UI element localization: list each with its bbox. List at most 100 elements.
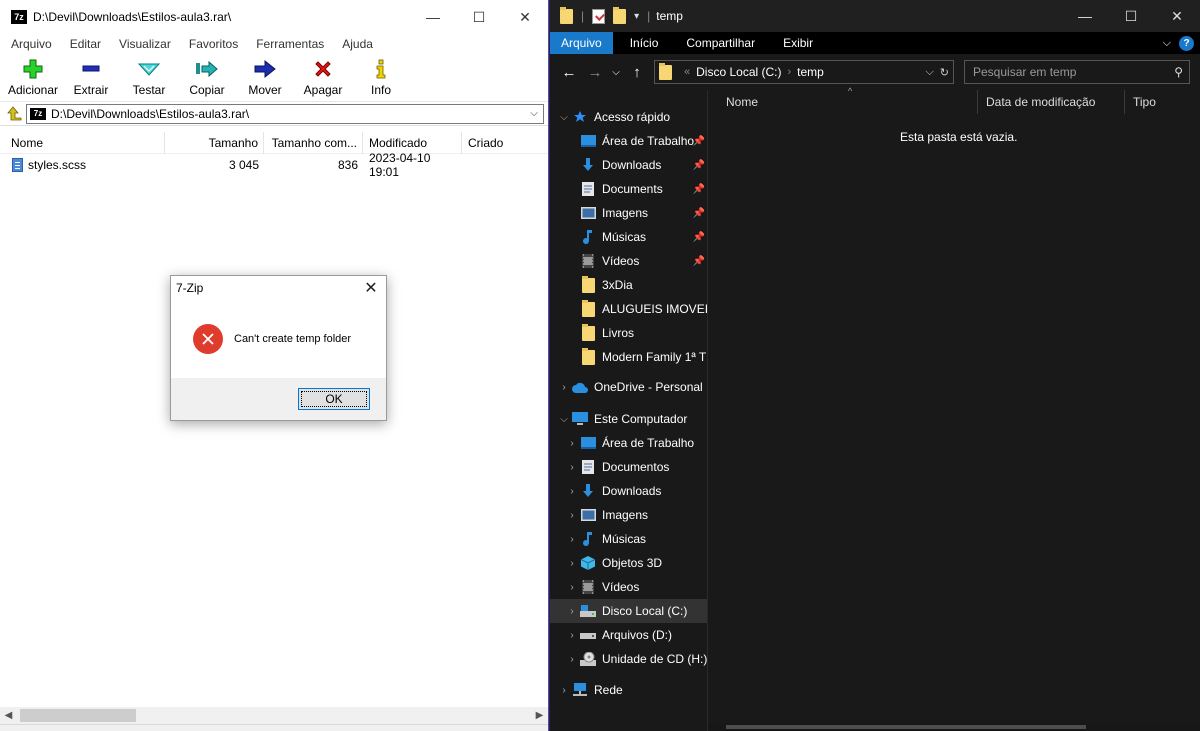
new-folder-icon[interactable]	[613, 6, 627, 24]
chevron-right-icon[interactable]: ›	[564, 630, 580, 641]
chevron-right-icon[interactable]: ›	[564, 510, 580, 521]
sidebar-item-pc-pictures[interactable]: › Imagens	[550, 503, 707, 527]
tab-exibir[interactable]: Exibir	[772, 32, 824, 54]
dialog-close-icon[interactable]: ✕	[356, 278, 386, 298]
column-modified[interactable]: Data de modificação	[978, 90, 1125, 114]
sidebar-item-pc-music[interactable]: › Músicas	[550, 527, 707, 551]
menu-ferramentas[interactable]: Ferramentas	[251, 37, 324, 51]
sidebar-item-network[interactable]: › Rede	[550, 678, 707, 702]
search-input[interactable]: Pesquisar em temp ⚲	[964, 60, 1190, 84]
back-arrow-icon[interactable]: ←	[556, 64, 582, 81]
tab-inicio[interactable]: Início	[619, 32, 670, 54]
column-name[interactable]: Nome	[708, 90, 978, 114]
pin-icon[interactable]: 📌	[693, 208, 705, 219]
sidebar-item-videos[interactable]: Vídeos 📌	[550, 249, 707, 273]
move-button[interactable]: Mover	[236, 54, 294, 97]
chevron-right-icon[interactable]: ›	[564, 558, 580, 569]
sidebar-item-music[interactable]: Músicas 📌	[550, 225, 707, 249]
pin-icon[interactable]: 📌	[693, 184, 705, 195]
customize-qat-icon[interactable]: ▾	[634, 11, 639, 22]
maximize-button[interactable]: ☐	[456, 0, 502, 34]
sidebar-item-pc-videos[interactable]: › Vídeos	[550, 575, 707, 599]
sidebar-item-desktop[interactable]: Área de Trabalho 📌	[550, 129, 707, 153]
chevron-down-icon[interactable]: ⌵	[556, 414, 572, 425]
sidebar-item-modern-family[interactable]: Modern Family 1ª T	[550, 345, 707, 369]
chevron-right-icon[interactable]: ›	[564, 606, 580, 617]
chevron-right-icon[interactable]: ›	[564, 654, 580, 665]
horizontal-scrollbar[interactable]	[708, 723, 1200, 731]
scrollbar-thumb[interactable]	[20, 709, 136, 722]
scroll-left-icon[interactable]: ◀	[0, 710, 17, 721]
forward-arrow-icon[interactable]: →	[582, 64, 608, 81]
chevron-right-icon[interactable]: ›	[564, 582, 580, 593]
breadcrumb-disco-local[interactable]: Disco Local (C:)	[696, 65, 781, 79]
address-bar[interactable]: « Disco Local (C:) › temp ⌵ ↻	[654, 60, 954, 84]
minimize-button[interactable]: —	[1062, 0, 1108, 32]
column-size[interactable]: Tamanho	[165, 132, 264, 154]
pin-icon[interactable]: 📌	[693, 136, 705, 147]
sidebar-item-downloads[interactable]: Downloads 📌	[550, 153, 707, 177]
add-button[interactable]: Adicionar	[4, 54, 62, 97]
tab-arquivo[interactable]: Arquivo	[550, 32, 613, 54]
pin-icon[interactable]: 📌	[693, 256, 705, 267]
expand-ribbon-icon[interactable]: ⌵	[1163, 37, 1171, 50]
7zip-path-combobox[interactable]: 7z D:\Devil\Downloads\Estilos-aula3.rar\…	[26, 103, 544, 124]
recent-locations-icon[interactable]: ⌵	[608, 67, 624, 78]
copy-button[interactable]: Copiar	[178, 54, 236, 97]
sidebar-item-pc-downloads[interactable]: › Downloads	[550, 479, 707, 503]
breadcrumb-temp[interactable]: temp	[797, 65, 824, 79]
extract-button[interactable]: Extrair	[62, 54, 120, 97]
chevron-right-icon[interactable]: ›	[564, 438, 580, 449]
chevron-right-icon[interactable]: ›	[556, 685, 572, 696]
column-type[interactable]: Tipo	[1125, 90, 1185, 114]
chevron-down-icon[interactable]: ⌵	[925, 66, 933, 79]
delete-button[interactable]: Apagar	[294, 54, 352, 97]
up-arrow-icon[interactable]: ↑	[624, 64, 650, 81]
menu-visualizar[interactable]: Visualizar	[114, 37, 171, 51]
sidebar-item-pc-3d-objects[interactable]: › Objetos 3D	[550, 551, 707, 575]
sidebar-item-pictures[interactable]: Imagens 📌	[550, 201, 707, 225]
sidebar-item-livros[interactable]: Livros	[550, 321, 707, 345]
minimize-button[interactable]: —	[410, 0, 456, 34]
chevron-right-icon[interactable]: ›	[564, 534, 580, 545]
menu-favoritos[interactable]: Favoritos	[184, 37, 238, 51]
7zip-titlebar[interactable]: 7z D:\Devil\Downloads\Estilos-aula3.rar\…	[0, 0, 548, 34]
table-row[interactable]: styles.scss 3 045 836 2023-04-10 19:01	[0, 151, 542, 179]
chevron-down-icon[interactable]: ⌵	[556, 112, 572, 123]
explorer-titlebar[interactable]: | ▾ | temp — ☐ ✕	[550, 0, 1200, 32]
refresh-icon[interactable]: ↻	[940, 66, 949, 79]
tab-compartilhar[interactable]: Compartilhar	[675, 32, 766, 54]
pin-icon[interactable]: 📌	[693, 160, 705, 171]
sidebar-item-cd-drive-h[interactable]: › Unidade de CD (H:)	[550, 647, 707, 671]
menu-ajuda[interactable]: Ajuda	[337, 37, 373, 51]
sidebar-item-alugueis-imoveis[interactable]: ALUGUEIS IMOVEIS	[550, 297, 707, 321]
info-button[interactable]: Info	[352, 54, 410, 97]
sidebar-item-quick-access[interactable]: ⌵ Acesso rápido	[550, 105, 707, 129]
menu-arquivo[interactable]: Arquivo	[6, 37, 52, 51]
sidebar-item-pc-desktop[interactable]: › Área de Trabalho	[550, 431, 707, 455]
maximize-button[interactable]: ☐	[1108, 0, 1154, 32]
sidebar-item-drive-d[interactable]: › Arquivos (D:)	[550, 623, 707, 647]
chevron-right-icon[interactable]: ›	[564, 486, 580, 497]
sidebar-item-pc-documents[interactable]: › Documentos	[550, 455, 707, 479]
properties-icon[interactable]	[592, 8, 606, 24]
sidebar-item-local-disk-c[interactable]: › Disco Local (C:)	[550, 599, 707, 623]
sidebar-item-onedrive[interactable]: › OneDrive - Personal	[550, 375, 707, 399]
menu-editar[interactable]: Editar	[65, 37, 101, 51]
scroll-right-icon[interactable]: ▶	[531, 710, 548, 721]
sidebar-item-3xdia[interactable]: 3xDia	[550, 273, 707, 297]
scrollbar-thumb[interactable]	[726, 725, 1086, 729]
file-list-pane[interactable]: Nome Data de modificação Tipo ^ Esta pas…	[708, 86, 1200, 731]
chevron-down-icon[interactable]: ⌵	[525, 108, 543, 119]
chevron-right-icon[interactable]: ›	[564, 462, 580, 473]
dialog-titlebar[interactable]: 7-Zip ✕	[171, 276, 386, 300]
sidebar-item-documents[interactable]: Documents 📌	[550, 177, 707, 201]
sidebar-item-this-pc[interactable]: ⌵ Este Computador	[550, 407, 707, 431]
chevron-right-icon[interactable]: ›	[556, 382, 572, 393]
pin-icon[interactable]: 📌	[693, 232, 705, 243]
column-name[interactable]: Nome	[0, 132, 165, 154]
close-button[interactable]: ✕	[1154, 0, 1200, 32]
column-packed-size[interactable]: Tamanho com...	[264, 132, 363, 154]
help-icon[interactable]: ?	[1179, 35, 1194, 51]
column-created[interactable]: Criado	[462, 132, 542, 154]
